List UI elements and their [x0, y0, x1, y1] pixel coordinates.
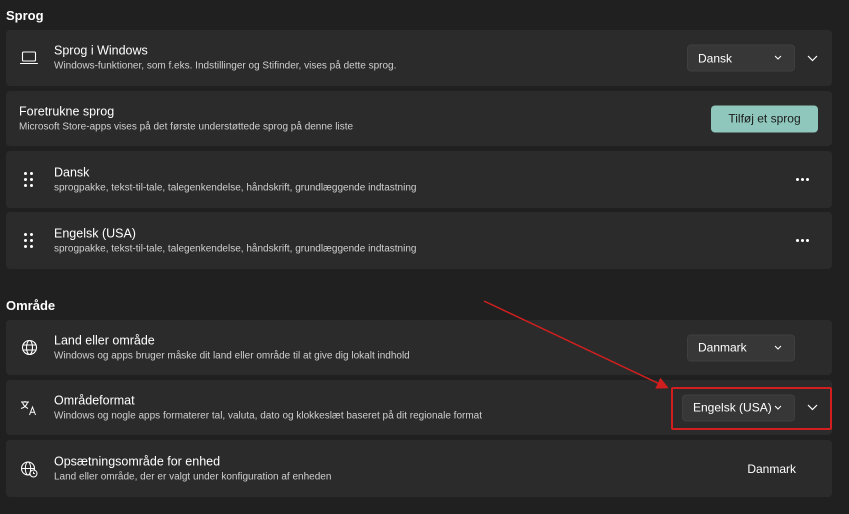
chevron-down-icon — [774, 55, 782, 60]
windows-language-dropdown[interactable]: Dansk — [687, 44, 795, 72]
country-region-title: Land eller område — [54, 333, 155, 347]
regional-format-description: Windows og nogle apps formaterer tal, va… — [54, 410, 483, 421]
language-format-icon — [19, 398, 39, 418]
expand-chevron-icon[interactable] — [802, 48, 822, 68]
regional-format-title: Områdeformat — [54, 393, 135, 407]
section-title-sprog: Sprog — [6, 8, 44, 23]
globe-clock-icon — [19, 459, 39, 479]
drag-handle-icon[interactable] — [24, 232, 34, 249]
add-language-button[interactable]: Tilføj et sprog — [711, 105, 818, 132]
expand-chevron-icon[interactable] — [802, 398, 822, 418]
setup-region-description: Land eller område, der er valgt under ko… — [54, 471, 332, 482]
drag-handle-icon[interactable] — [24, 171, 34, 188]
language-name: Dansk — [54, 165, 90, 179]
windows-language-title: Sprog i Windows — [54, 43, 148, 58]
laptop-icon — [19, 48, 39, 68]
globe-icon — [19, 338, 39, 358]
setup-region-title: Opsætningsområde for enhed — [54, 454, 221, 468]
section-title-omraade: Område — [6, 298, 56, 313]
language-features: sprogpakke, tekst-til-tale, talegenkende… — [54, 182, 417, 193]
windows-language-card[interactable]: Sprog i Windows Windows-funktioner, som … — [6, 30, 832, 86]
language-item-engelsk-usa[interactable]: Engelsk (USA) sprogpakke, tekst-til-tale… — [6, 212, 832, 269]
setup-region-card: Opsætningsområde for enhed Land eller om… — [6, 440, 832, 497]
language-features: sprogpakke, tekst-til-tale, talegenkende… — [54, 243, 417, 254]
preferred-languages-description: Microsoft Store-apps vises på det første… — [19, 121, 354, 132]
preferred-languages-title: Foretrukne sprog — [19, 104, 115, 118]
language-name: Engelsk (USA) — [54, 226, 136, 240]
chevron-down-icon — [774, 405, 782, 410]
language-item-dansk[interactable]: Dansk sprogpakke, tekst-til-tale, talege… — [6, 151, 832, 208]
country-region-card: Land eller område Windows og apps bruger… — [6, 320, 832, 375]
regional-format-dropdown-value: Engelsk (USA) — [693, 400, 772, 415]
chevron-down-icon — [774, 345, 782, 350]
regional-format-card[interactable]: Områdeformat Windows og nogle apps forma… — [6, 380, 832, 435]
country-region-dropdown[interactable]: Danmark — [687, 334, 795, 361]
country-region-dropdown-value: Danmark — [698, 340, 747, 355]
country-region-description: Windows og apps bruger måske dit land el… — [54, 350, 410, 361]
preferred-languages-card: Foretrukne sprog Microsoft Store-apps vi… — [6, 91, 832, 146]
windows-language-description: Windows-funktioner, som f.eks. Indstilli… — [54, 60, 397, 72]
setup-region-value: Danmark — [747, 461, 796, 476]
more-options-icon[interactable] — [796, 238, 810, 244]
regional-format-dropdown[interactable]: Engelsk (USA) — [682, 394, 795, 421]
more-options-icon[interactable] — [796, 177, 810, 183]
windows-language-dropdown-value: Dansk — [698, 51, 733, 65]
